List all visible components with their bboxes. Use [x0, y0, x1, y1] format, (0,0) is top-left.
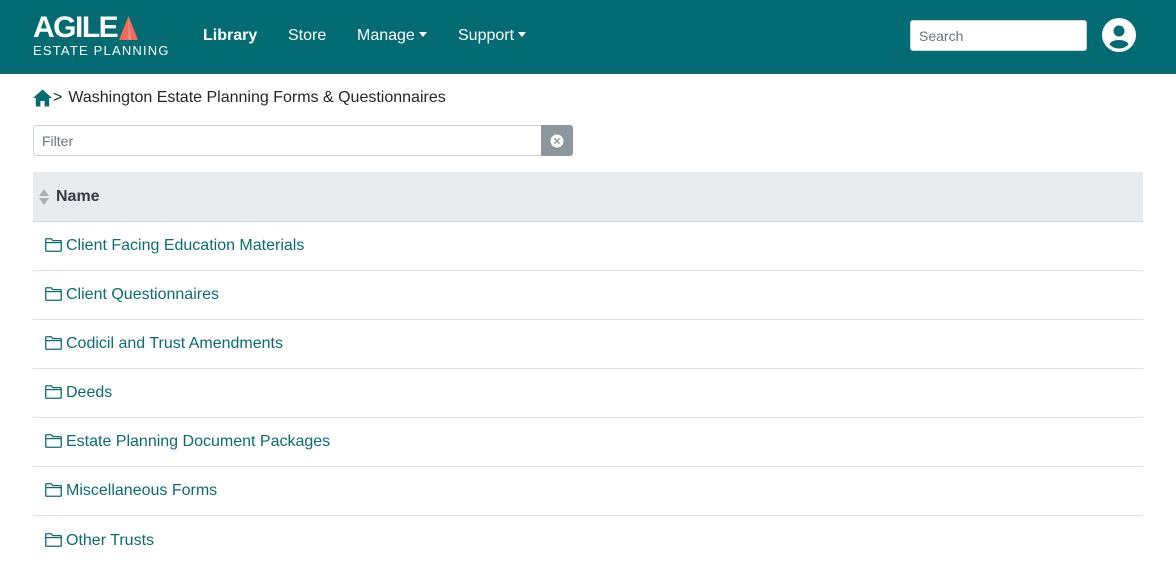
folder-link[interactable]: Estate Planning Document Packages — [45, 433, 330, 451]
home-icon[interactable] — [33, 89, 52, 107]
breadcrumb-current: Washington Estate Planning Forms & Quest… — [68, 89, 446, 106]
user-avatar-icon[interactable] — [1102, 18, 1136, 52]
nav-manage-label: Manage — [357, 27, 415, 44]
filter-group — [33, 125, 573, 156]
folder-icon — [45, 238, 62, 252]
logo-triangle-icon — [119, 16, 139, 40]
folder-icon — [45, 287, 62, 301]
logo-text-bottom: ESTATE PLANNING — [33, 43, 170, 58]
nav-support-dropdown[interactable]: Support — [458, 26, 527, 46]
table-header-label: Name — [56, 187, 100, 205]
folder-link[interactable]: Client Questionnaires — [45, 286, 219, 304]
filter-clear-button[interactable] — [541, 125, 573, 156]
folder-link[interactable]: Deeds — [45, 384, 112, 402]
nav-library[interactable]: Library — [203, 26, 257, 46]
clear-icon — [550, 134, 564, 147]
table-row: Client Questionnaires — [33, 271, 1143, 320]
table-body: Client Facing Education Materials Client … — [33, 222, 1143, 565]
folder-name: Deeds — [66, 384, 113, 401]
folder-name: Codicil and Trust Amendments — [66, 335, 283, 352]
logo-text-top: AGILE — [33, 11, 119, 44]
folder-name: Client Facing Education Materials — [66, 237, 305, 254]
nav-manage-dropdown[interactable]: Manage — [357, 26, 427, 46]
logo-wordmark: AGILE — [33, 11, 139, 44]
folder-icon — [45, 532, 62, 547]
folder-icon — [45, 483, 62, 497]
table-row: Miscellaneous Forms — [33, 467, 1143, 516]
top-navbar: AGILE ESTATE PLANNING Library Store Mana… — [0, 0, 1176, 74]
sort-icon — [39, 188, 49, 205]
table-header-name[interactable]: Name — [33, 172, 1143, 222]
folder-link[interactable]: Codicil and Trust Amendments — [45, 335, 283, 353]
folder-link[interactable]: Miscellaneous Forms — [45, 482, 217, 500]
folder-link[interactable]: Other Trusts — [45, 532, 154, 550]
brand-logo[interactable]: AGILE ESTATE PLANNING — [33, 11, 169, 59]
folder-icon — [45, 385, 62, 399]
search-input[interactable] — [910, 20, 1087, 51]
folder-name: Miscellaneous Forms — [66, 482, 218, 499]
folder-name: Other Trusts — [66, 531, 155, 549]
folder-icon — [45, 336, 62, 350]
folder-icon — [45, 434, 62, 448]
filter-input[interactable] — [33, 125, 542, 156]
table-row: Codicil and Trust Amendments — [33, 320, 1143, 369]
breadcrumb-separator: > — [53, 89, 63, 106]
table-row: Other Trusts — [33, 516, 1143, 565]
folder-link[interactable]: Client Facing Education Materials — [45, 237, 304, 255]
folder-name: Estate Planning Document Packages — [66, 433, 331, 450]
nav-support-label: Support — [458, 27, 515, 44]
documents-table: Name Client Facing Education Materials Cl… — [33, 172, 1143, 565]
caret-down-icon — [418, 32, 427, 37]
nav-store[interactable]: Store — [288, 26, 326, 46]
caret-down-icon — [518, 32, 527, 37]
folder-name: Client Questionnaires — [66, 286, 219, 303]
table-row: Client Facing Education Materials — [33, 222, 1143, 271]
table-row: Deeds — [33, 369, 1143, 418]
table-row: Estate Planning Document Packages — [33, 418, 1143, 467]
breadcrumb: > Washington Estate Planning Forms & Que… — [33, 87, 446, 109]
